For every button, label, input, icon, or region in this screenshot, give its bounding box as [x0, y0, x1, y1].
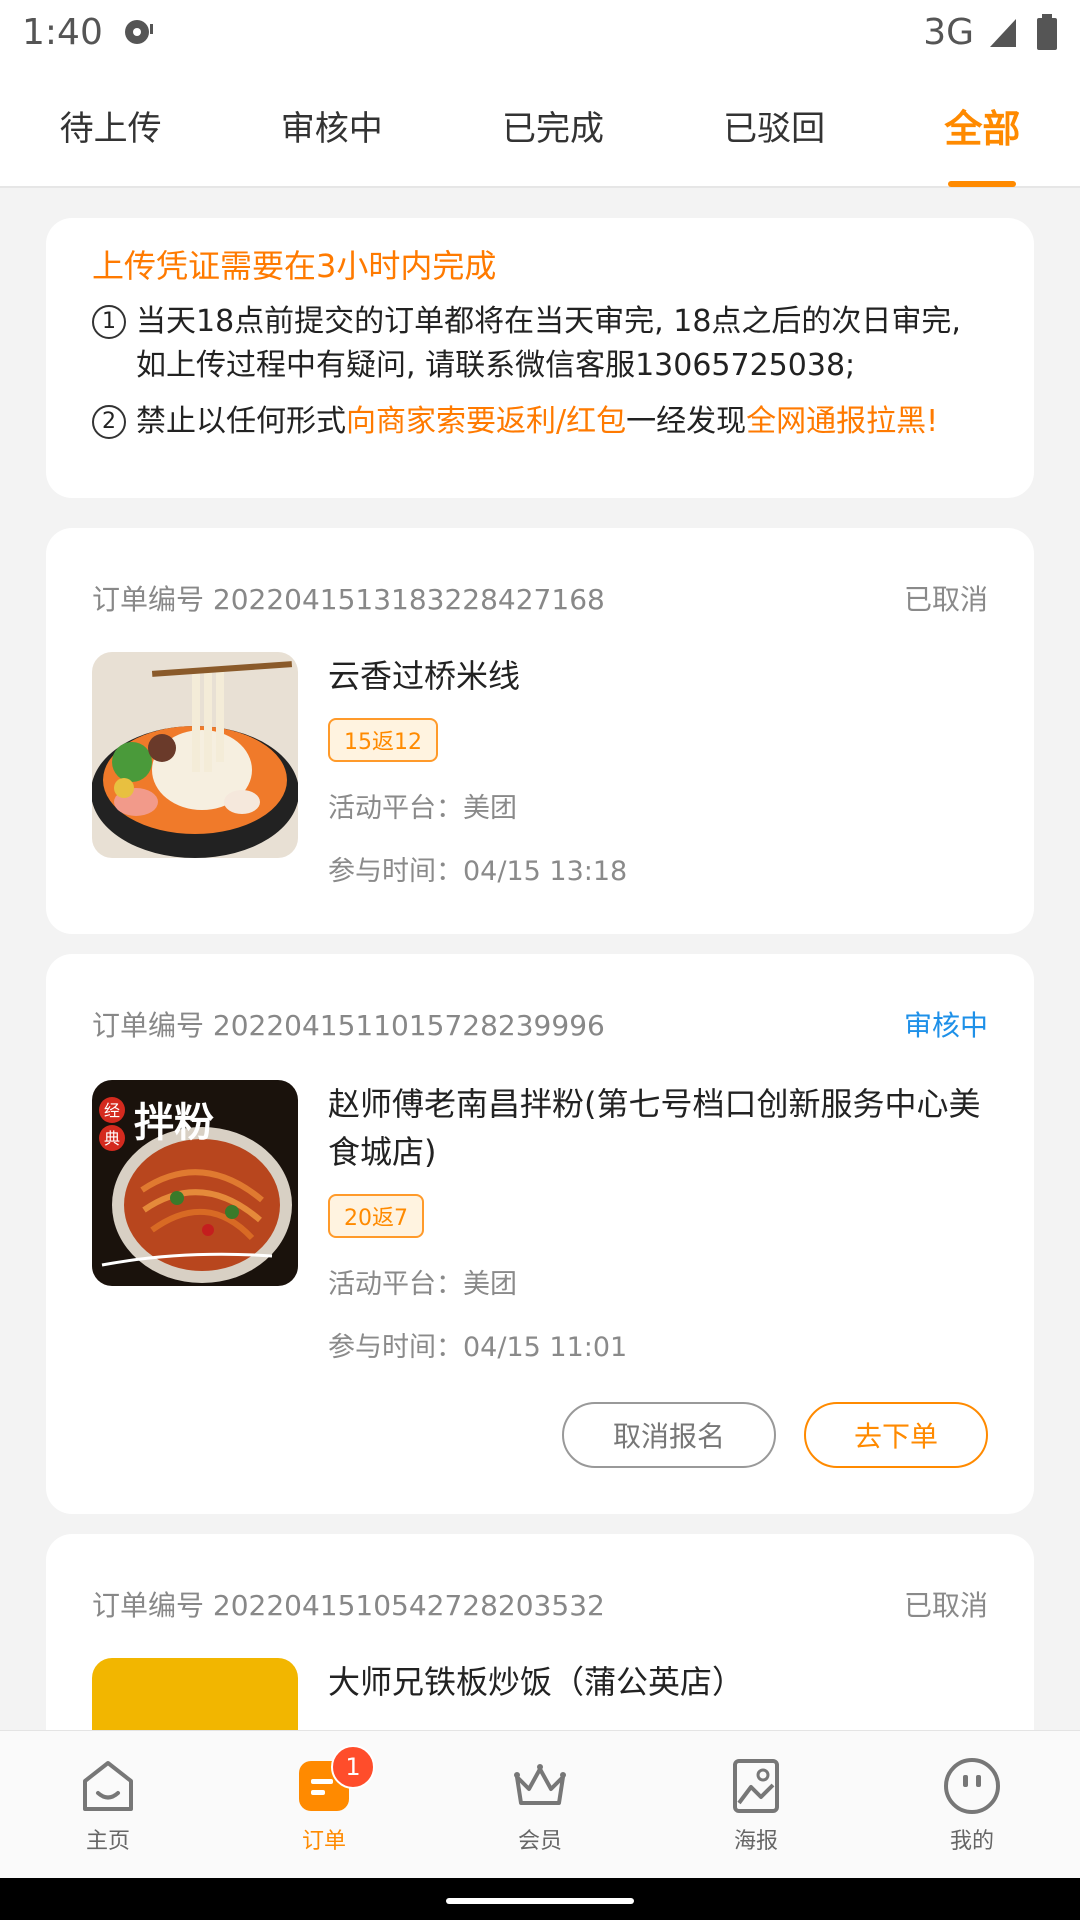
notice-card: 上传凭证需要在3小时内完成 1 当天18点前提交的订单都将在当天审完, 18点之… [46, 218, 1034, 498]
platform-text: 活动平台：美团 [328, 1269, 517, 1300]
shop-thumbnail: 经 典 拌粉 [92, 1080, 298, 1286]
battery-icon [1037, 14, 1057, 50]
network-type: 3G [923, 11, 974, 53]
clock: 1:40 [22, 11, 103, 53]
shop-thumbnail [92, 652, 298, 858]
notice-highlight: 全网通报拉黑! [746, 404, 939, 439]
nav-label: 主页 [85, 1828, 130, 1854]
nav-member[interactable]: 会员 [465, 1731, 615, 1878]
order-header: 订单编号 2022041510542728203532 已取消 [92, 1584, 988, 1624]
signal-icon [990, 19, 1016, 47]
status-bar: 1:40 3G [0, 0, 1080, 64]
system-gesture-area [0, 1878, 1080, 1920]
place-order-button[interactable]: 去下单 [804, 1402, 988, 1468]
rebate-tag: 20返7 [328, 1194, 424, 1238]
thumb-text-2: 典 [104, 1129, 120, 1148]
tab-rejected[interactable]: 已驳回 [713, 63, 835, 187]
notice-text: 一经发现 [626, 404, 747, 439]
order-status: 已取消 [903, 1589, 988, 1622]
order-info: 大师兄铁板炒饭（蒲公英店） [328, 1658, 988, 1706]
order-header: 订单编号 2022041513183228427168 已取消 [92, 578, 988, 618]
notice-item-1-text: 当天18点前提交的订单都将在当天审完, 18点之后的次日审完, 如上传过程中有疑… [136, 304, 961, 383]
order-status: 审核中 [903, 1009, 988, 1042]
order-info: 赵师傅老南昌拌粉(第七号档口创新服务中心美食城店) 20返7 活动平台：美团 参… [328, 1080, 988, 1364]
nav-label: 订单 [301, 1828, 346, 1854]
platform-text: 活动平台：美团 [328, 793, 517, 824]
nav-label: 海报 [733, 1828, 778, 1854]
notice-item-1: 1 当天18点前提交的订单都将在当天审完, 18点之后的次日审完, 如上传过程中… [92, 300, 988, 388]
join-time-text: 参与时间：04/15 11:01 [328, 1332, 628, 1363]
notice-highlight: 向商家索要返利/红包 [346, 404, 627, 439]
thumb-text-3: 拌粉 [134, 1100, 214, 1146]
bottom-navigation: 主页 1 订单 会员 海报 我的 [0, 1730, 1080, 1878]
nav-label: 我的 [949, 1828, 994, 1854]
number-marker: 1 [92, 305, 126, 339]
crown-icon [514, 1763, 566, 1805]
nav-orders[interactable]: 1 订单 [249, 1731, 399, 1878]
order-card[interactable]: 订单编号 2022041511015728239996 审核中 经 典 拌粉 赵… [46, 954, 1034, 1514]
order-info: 云香过桥米线 15返12 活动平台：美团 参与时间：04/15 13:18 [328, 652, 988, 888]
shop-name: 大师兄铁板炒饭（蒲公英店） [328, 1663, 745, 1701]
order-badge: 1 [331, 1745, 375, 1789]
home-gesture-bar[interactable] [446, 1898, 634, 1904]
home-icon [83, 1760, 133, 1811]
order-status: 已取消 [903, 583, 988, 616]
nav-profile[interactable]: 我的 [897, 1731, 1047, 1878]
tab-pending-upload[interactable]: 待上传 [50, 63, 172, 187]
order-card[interactable]: 订单编号 2022041513183228427168 已取消 云香过桥米线 1… [46, 528, 1034, 934]
tab-completed[interactable]: 已完成 [492, 63, 614, 187]
number-marker: 2 [92, 405, 126, 439]
tab-reviewing[interactable]: 审核中 [271, 63, 393, 187]
notice-item-2-text: 禁止以任何形式向商家索要返利/红包一经发现全网通报拉黑! [136, 400, 938, 444]
order-number: 订单编号 2022041510542728203532 [92, 1589, 605, 1622]
notice-title: 上传凭证需要在3小时内完成 [92, 247, 497, 285]
cancel-signup-button[interactable]: 取消报名 [562, 1402, 776, 1468]
nav-poster[interactable]: 海报 [681, 1731, 831, 1878]
nav-label: 会员 [517, 1828, 562, 1854]
order-header: 订单编号 2022041511015728239996 审核中 [92, 1004, 988, 1044]
profile-icon [944, 1757, 1000, 1814]
poster-icon [733, 1758, 779, 1813]
join-time-text: 参与时间：04/15 13:18 [328, 856, 628, 887]
noodle-bowl-image [92, 652, 298, 858]
shop-name: 赵师傅老南昌拌粉(第七号档口创新服务中心美食城店) [328, 1085, 981, 1171]
order-number: 订单编号 2022041513183228427168 [92, 583, 605, 616]
nav-home[interactable]: 主页 [33, 1731, 183, 1878]
tab-all[interactable]: 全部 [934, 63, 1030, 187]
rebate-tag: 15返12 [328, 718, 438, 762]
media-icon [124, 20, 153, 44]
order-status-tabs: 待上传 审核中 已完成 已驳回 全部 [0, 64, 1080, 188]
thumb-text-1: 经 [104, 1101, 120, 1120]
notice-text: 禁止以任何形式 [136, 404, 346, 439]
order-number: 订单编号 2022041511015728239996 [92, 1009, 605, 1042]
noodle-dish-image: 经 典 拌粉 [92, 1080, 298, 1286]
notice-item-2: 2 禁止以任何形式向商家索要返利/红包一经发现全网通报拉黑! [92, 400, 988, 444]
shop-name: 云香过桥米线 [328, 657, 521, 695]
